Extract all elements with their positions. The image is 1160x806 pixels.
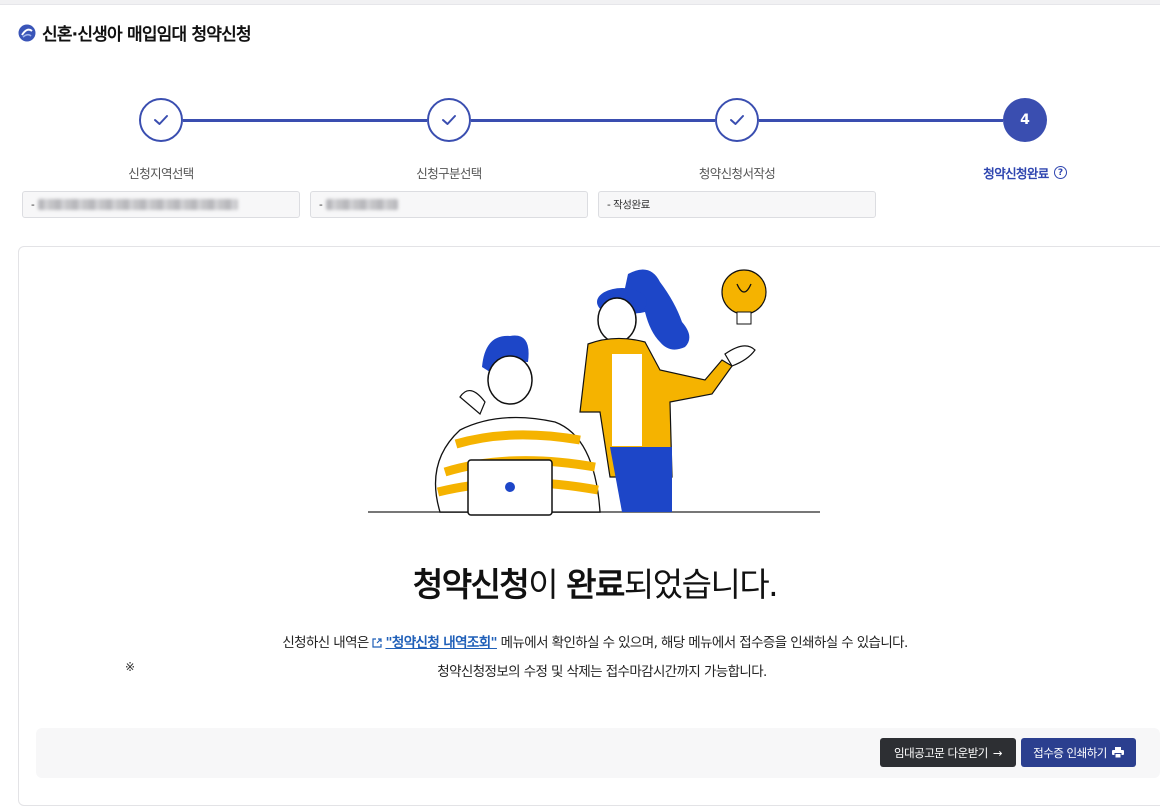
download-notice-label: 임대공고문 다운받기 xyxy=(893,745,988,760)
check-icon xyxy=(730,115,744,125)
edit-deadline-note: 청약신청정보의 수정 및 삭제는 접수마감시간까지 가능합니다. xyxy=(437,664,767,680)
completion-illustration xyxy=(368,269,820,516)
summary-value: 작성완료 xyxy=(613,199,650,211)
step-2-check xyxy=(427,98,471,142)
step-1-check xyxy=(139,98,183,142)
help-icon[interactable]: ? xyxy=(1053,166,1067,179)
headline-text-2: 되었습니다. xyxy=(623,565,779,604)
summary-prefix: - xyxy=(607,198,611,211)
external-link-icon xyxy=(372,638,383,648)
region-summary-box: - xyxy=(22,191,300,218)
form-summary-box: - 작성완료 xyxy=(598,191,876,218)
step-connector xyxy=(183,119,427,122)
redacted-value xyxy=(326,199,399,210)
logo-icon xyxy=(18,24,36,41)
completion-description: 신청하신 내역은 "청약신청 내역조회" 메뉴에서 확인하실 수 있으며, 해당… xyxy=(0,631,1160,651)
redacted-value xyxy=(38,199,239,210)
step-label-category: 신청구분선택 xyxy=(416,166,482,181)
check-icon xyxy=(442,115,456,125)
step-connector xyxy=(471,119,715,122)
page-header: 신혼·신생아 매입임대 청약신청 xyxy=(18,20,252,45)
top-border xyxy=(0,0,1160,5)
desc-text-before: 신청하신 내역은 xyxy=(282,635,373,651)
application-history-link[interactable]: "청약신청 내역조회" xyxy=(385,635,497,651)
arrow-right-icon: → xyxy=(992,745,1003,760)
print-receipt-label: 접수증 인쇄하기 xyxy=(1033,745,1107,760)
summary-prefix: - xyxy=(31,198,35,211)
check-icon xyxy=(154,115,168,125)
headline-bold-2: 완료 xyxy=(566,565,625,604)
step-3-check xyxy=(715,98,759,142)
headline-text-1: 이 xyxy=(528,565,567,604)
category-summary-box: - xyxy=(310,191,588,218)
step-label-complete: 청약신청완료 ? xyxy=(915,163,1135,182)
print-receipt-button[interactable]: 접수증 인쇄하기 xyxy=(1021,738,1136,767)
headline-bold-1: 청약신청 xyxy=(412,565,530,604)
step-label-region: 신청지역선택 xyxy=(128,166,194,181)
step-connector xyxy=(759,119,1003,122)
summary-prefix: - xyxy=(319,198,323,211)
page-title: 신혼·신생아 매입임대 청약신청 xyxy=(42,25,252,45)
step-label-complete-text: 청약신청완료 xyxy=(983,166,1049,181)
step-4-number: 4 xyxy=(1003,98,1047,142)
printer-icon xyxy=(1111,747,1124,758)
download-notice-button[interactable]: 임대공고문 다운받기 → xyxy=(880,738,1016,767)
step-label-form: 청약신청서작성 xyxy=(698,166,776,181)
desc-text-after: 메뉴에서 확인하실 수 있으며, 해당 메뉴에서 접수증을 인쇄하실 수 있습니… xyxy=(496,635,909,651)
completion-headline: 청약신청이 완료되었습니다. xyxy=(0,558,1160,606)
